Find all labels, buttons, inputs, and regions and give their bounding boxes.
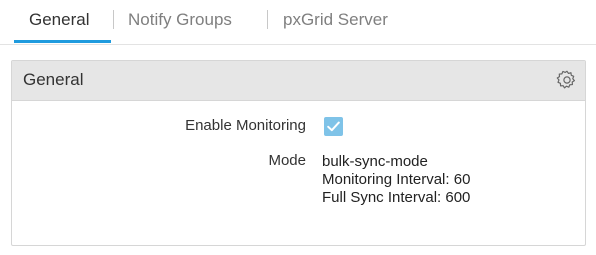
mode-value: bulk-sync-mode Monitoring Interval: 60 F… (322, 153, 470, 207)
enable-monitoring-label: Enable Monitoring (185, 117, 306, 134)
tab-pxgrid-server[interactable]: pxGrid Server (283, 8, 388, 32)
monitoring-interval: Monitoring Interval: 60 (322, 171, 471, 188)
tab-divider (113, 10, 114, 29)
tab-notify-groups[interactable]: Notify Groups (128, 8, 232, 32)
gear-icon[interactable] (556, 69, 578, 91)
tab-bar: General Notify Groups pxGrid Server (0, 0, 596, 45)
tab-divider (267, 10, 268, 29)
active-tab-indicator (14, 40, 111, 43)
general-panel: General Enable Monitoring Mode bulk-sync… (11, 60, 586, 246)
mode-label: Mode (268, 152, 306, 169)
enable-monitoring-checkbox[interactable] (324, 117, 343, 136)
panel-title: General (23, 70, 84, 89)
checkmark-icon (327, 121, 340, 132)
full-sync-interval: Full Sync Interval: 600 (322, 189, 471, 206)
mode-name: bulk-sync-mode (322, 153, 428, 170)
tab-general[interactable]: General (29, 8, 89, 32)
panel-header: General (12, 61, 585, 101)
